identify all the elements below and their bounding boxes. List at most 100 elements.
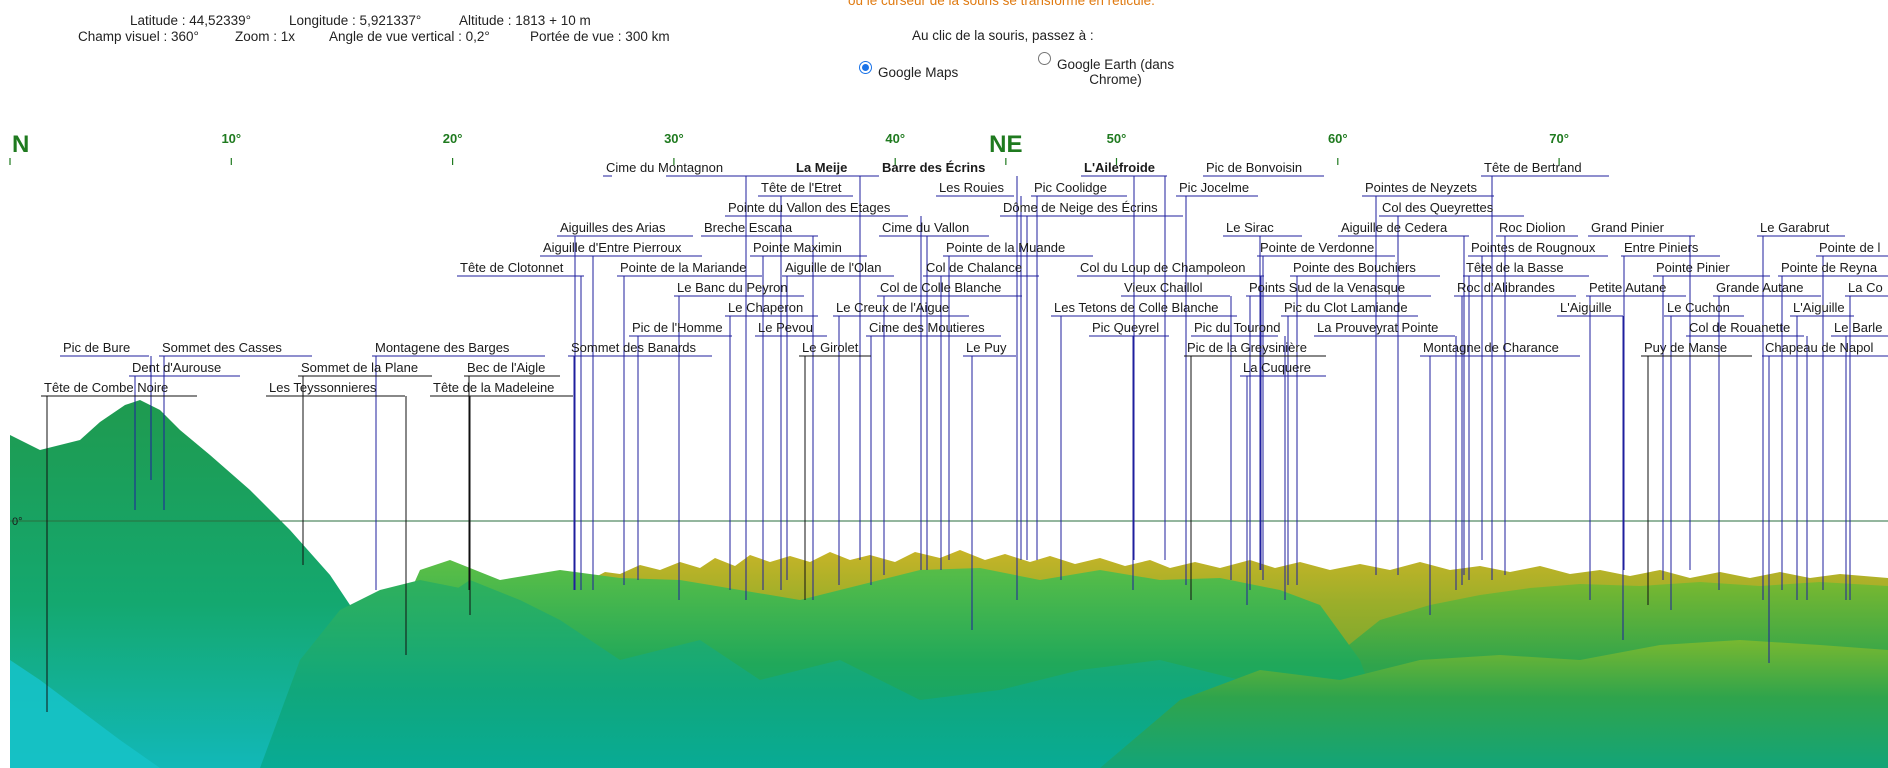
peak-label-text[interactable]: Pic de la Greysinière bbox=[1187, 340, 1307, 355]
peak-label-text[interactable]: Le Barle bbox=[1834, 320, 1882, 335]
peak-label[interactable]: Sommet des Banards bbox=[568, 340, 712, 590]
peak-label-text[interactable]: Breche Escana bbox=[704, 220, 793, 235]
peak-label-text[interactable]: Le Cuchon bbox=[1667, 300, 1730, 315]
peak-label-text[interactable]: Les Teyssonnieres bbox=[269, 380, 377, 395]
peak-label[interactable]: Pic Queyrel bbox=[1089, 320, 1169, 590]
peak-label-text[interactable]: Tête de l'Etret bbox=[761, 180, 842, 195]
google-earth-label[interactable]: Google Earth (dans Chrome) bbox=[1057, 57, 1174, 87]
peak-label[interactable]: Pic de la Greysinière bbox=[1184, 340, 1326, 600]
peak-label[interactable]: Le Pevou bbox=[755, 320, 827, 580]
peak-label-text[interactable]: Pointe de l bbox=[1819, 240, 1881, 255]
peak-label-text[interactable]: Cime du Montagnon bbox=[606, 160, 723, 175]
peak-label-text[interactable]: Pic de Bure bbox=[63, 340, 130, 355]
peak-label-text[interactable]: La Meije bbox=[796, 160, 847, 175]
peak-label-text[interactable]: La Cuquere bbox=[1243, 360, 1311, 375]
peak-label[interactable]: L'Ailefroide bbox=[1081, 160, 1167, 560]
peak-label-text[interactable]: La Prouveyrat Pointe bbox=[1317, 320, 1438, 335]
peak-label-text[interactable]: Pic de Bonvoisin bbox=[1206, 160, 1302, 175]
peak-label-text[interactable]: Entre Piniers bbox=[1624, 240, 1699, 255]
peak-label-text[interactable]: Tête de Combe Noire bbox=[44, 380, 168, 395]
peak-label-text[interactable]: Aiguille de l'Olan bbox=[785, 260, 881, 275]
peak-label-text[interactable]: Col du Loup de Champoleon bbox=[1080, 260, 1246, 275]
peak-label-text[interactable]: Tête de la Basse bbox=[1466, 260, 1564, 275]
peak-label-text[interactable]: Les Tetons de Colle Blanche bbox=[1054, 300, 1219, 315]
peak-label[interactable]: Le Garabrut bbox=[1757, 220, 1845, 600]
peak-label-text[interactable]: Pic du Clot Lamiande bbox=[1284, 300, 1408, 315]
peak-label[interactable]: Roc d'Alibrandes bbox=[1454, 280, 1576, 585]
peak-label-text[interactable]: L'Aiguille bbox=[1560, 300, 1612, 315]
peak-label-text[interactable]: Tête de Bertrand bbox=[1484, 160, 1582, 175]
peak-label-text[interactable]: Pic du Tourond bbox=[1194, 320, 1281, 335]
peak-label-text[interactable]: Pointe de la Muande bbox=[946, 240, 1065, 255]
peak-label-text[interactable]: Le Creux de l'Aigue bbox=[836, 300, 949, 315]
peak-label-text[interactable]: Pointe de Reyna bbox=[1781, 260, 1878, 275]
peak-label-text[interactable]: Dent d'Aurouse bbox=[132, 360, 221, 375]
google-earth-radio[interactable] bbox=[1038, 52, 1051, 65]
peak-label-text[interactable]: Petite Autane bbox=[1589, 280, 1666, 295]
peak-label-text[interactable]: Col de Rouanette bbox=[1689, 320, 1790, 335]
peak-label-text[interactable]: Roc Diolion bbox=[1499, 220, 1565, 235]
peak-label-text[interactable]: Pointe des Bouchiers bbox=[1293, 260, 1416, 275]
peak-label-text[interactable]: Aiguilles des Arias bbox=[560, 220, 666, 235]
peak-label-text[interactable]: Sommet des Casses bbox=[162, 340, 282, 355]
peak-label-text[interactable]: Les Rouies bbox=[939, 180, 1005, 195]
peak-label-text[interactable]: Pic de l'Homme bbox=[632, 320, 723, 335]
peak-label[interactable]: Cime des Moutieres bbox=[866, 320, 1001, 585]
peak-label-text[interactable]: Pointes de Rougnoux bbox=[1471, 240, 1596, 255]
peak-label-text[interactable]: Pic Coolidge bbox=[1034, 180, 1107, 195]
peak-label[interactable]: Les Rouies bbox=[936, 180, 1038, 560]
peak-label-text[interactable]: Pic Jocelme bbox=[1179, 180, 1249, 195]
peak-label-text[interactable]: Pointes de Neyzets bbox=[1365, 180, 1478, 195]
peak-label-text[interactable]: La Co bbox=[1848, 280, 1883, 295]
peak-label-text[interactable]: Col de Chalance bbox=[926, 260, 1022, 275]
peak-label[interactable]: Col de Rouanette bbox=[1686, 320, 1808, 600]
peak-label-text[interactable]: Aiguille d'Entre Pierroux bbox=[543, 240, 682, 255]
google-maps-radio[interactable] bbox=[859, 61, 872, 74]
peak-label-text[interactable]: Le Pevou bbox=[758, 320, 813, 335]
peak-label-text[interactable]: Chapeau de Napol bbox=[1765, 340, 1874, 355]
peak-label-text[interactable]: Points Sud de la Venasque bbox=[1249, 280, 1405, 295]
peak-label[interactable]: Pic Jocelme bbox=[1176, 180, 1258, 585]
google-maps-label[interactable]: Google Maps bbox=[878, 65, 958, 80]
peak-label-text[interactable]: Dôme de Neige des Écrins bbox=[1003, 200, 1158, 215]
peak-label-text[interactable]: Pointe de Verdonne bbox=[1260, 240, 1374, 255]
peak-label-text[interactable]: Le Sirac bbox=[1226, 220, 1274, 235]
peak-label-text[interactable]: Grande Autane bbox=[1716, 280, 1803, 295]
peak-label[interactable]: La Prouveyrat Pointe bbox=[1314, 320, 1457, 590]
peak-label-text[interactable]: Montagene des Barges bbox=[375, 340, 510, 355]
peak-label-text[interactable]: Montagne de Charance bbox=[1423, 340, 1559, 355]
peak-label-text[interactable]: Sommet des Banards bbox=[571, 340, 697, 355]
peak-label[interactable]: Puy de Manse bbox=[1641, 340, 1752, 605]
peak-label-text[interactable]: Cime des Moutieres bbox=[869, 320, 985, 335]
peak-label-text[interactable]: Pointe de la Mariande bbox=[620, 260, 746, 275]
peak-label-text[interactable]: Cime du Vallon bbox=[882, 220, 969, 235]
peak-label[interactable]: Pic de l'Homme bbox=[629, 320, 732, 580]
google-earth-label-line1[interactable]: Google Earth (dans bbox=[1057, 57, 1174, 72]
peak-label-text[interactable]: Roc d'Alibrandes bbox=[1457, 280, 1555, 295]
peak-label-text[interactable]: Le Garabrut bbox=[1760, 220, 1830, 235]
peak-label-text[interactable]: Barre des Écrins bbox=[882, 160, 985, 175]
peak-label[interactable]: Montagene des Barges bbox=[372, 340, 545, 590]
panorama-view[interactable]: 0° N 10° 20° 30° 40° NE 50° 60° 70° Cime du Mont… bbox=[0, 100, 1888, 768]
peak-label-text[interactable]: Puy de Manse bbox=[1644, 340, 1727, 355]
peak-label-text[interactable]: Le Girolet bbox=[802, 340, 859, 355]
peak-label[interactable]: Le Barle bbox=[1831, 320, 1888, 600]
peak-label-text[interactable]: Le Puy bbox=[966, 340, 1007, 355]
peak-label-text[interactable]: Pointe Pinier bbox=[1656, 260, 1730, 275]
peak-label-text[interactable]: Le Chaperon bbox=[728, 300, 803, 315]
google-earth-label-line2[interactable]: Chrome) bbox=[1089, 72, 1142, 87]
peak-label-text[interactable]: Grand Pinier bbox=[1591, 220, 1665, 235]
peak-label-text[interactable]: Pointe du Vallon des Etages bbox=[728, 200, 891, 215]
peak-label-text[interactable]: Col des Queyrettes bbox=[1382, 200, 1494, 215]
peak-label-text[interactable]: Col de Colle Blanche bbox=[880, 280, 1001, 295]
peak-label-text[interactable]: Le Banc du Peyron bbox=[677, 280, 788, 295]
peak-label-text[interactable]: Pic Queyrel bbox=[1092, 320, 1159, 335]
peak-label[interactable]: Breche Escana bbox=[701, 220, 818, 600]
peak-label-text[interactable]: Pointe Maximin bbox=[753, 240, 842, 255]
peak-label-text[interactable]: L'Ailefroide bbox=[1084, 160, 1155, 175]
peak-label-text[interactable]: Sommet de la Plane bbox=[301, 360, 418, 375]
peak-label-text[interactable]: Aiguille de Cedera bbox=[1341, 220, 1448, 235]
peak-label-text[interactable]: L'Aiguille bbox=[1793, 300, 1845, 315]
peak-label-text[interactable]: Bec de l'Aigle bbox=[467, 360, 545, 375]
peak-label-text[interactable]: Tête de Clotonnet bbox=[460, 260, 564, 275]
